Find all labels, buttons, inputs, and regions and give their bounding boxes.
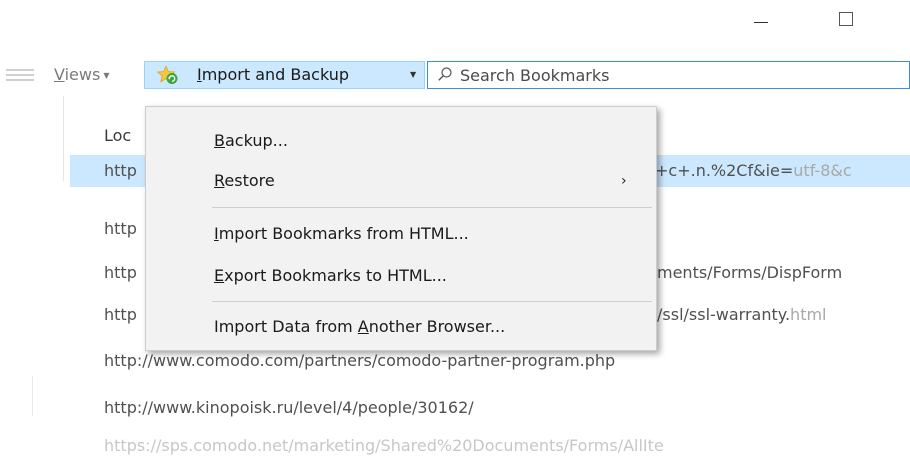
- search-icon: [438, 67, 452, 81]
- menu-item-import-bookmarks-html[interactable]: Import Bookmarks from HTML...: [146, 216, 656, 252]
- import-and-backup-button[interactable]: Import and Backup ▼: [144, 61, 425, 89]
- menu-separator: [212, 301, 652, 302]
- maximize-button[interactable]: [823, 8, 869, 36]
- table-row-overflow: +c+.n.%2Cf&ie=utf-8&c: [655, 161, 852, 180]
- chevron-right-icon: ›: [621, 173, 627, 189]
- column-header-location[interactable]: Loc: [104, 126, 131, 145]
- menu-item-export-bookmarks-html[interactable]: Export Bookmarks to HTML...: [146, 258, 656, 294]
- minimize-button[interactable]: [738, 8, 784, 36]
- menu-item-import-from-another-browser[interactable]: Import Data from Another Browser...: [146, 309, 656, 345]
- organize-icon[interactable]: [6, 69, 34, 85]
- toolbar: Views ▼ Import and Backup ▼: [0, 58, 910, 92]
- menu-separator: [212, 207, 652, 208]
- import-backup-star-icon: [157, 65, 178, 84]
- search-input[interactable]: [460, 64, 890, 86]
- table-row-overflow: ments/Forms/DispForm: [657, 263, 843, 282]
- table-row[interactable]: http://www.kinopoisk.ru/level/4/people/3…: [70, 392, 910, 424]
- table-row-overflow: /ssl/ssl-warranty.html: [657, 305, 827, 324]
- import-backup-menu: Backup... Restore › Import Bookmarks fro…: [145, 106, 657, 351]
- chevron-down-icon: ▼: [103, 70, 110, 80]
- search-bookmarks-field[interactable]: [427, 61, 910, 89]
- views-button[interactable]: Views ▼: [48, 61, 117, 89]
- menu-item-restore[interactable]: Restore ›: [146, 163, 656, 199]
- menu-item-backup[interactable]: Backup...: [146, 123, 656, 159]
- chevron-down-icon: ▼: [410, 70, 417, 79]
